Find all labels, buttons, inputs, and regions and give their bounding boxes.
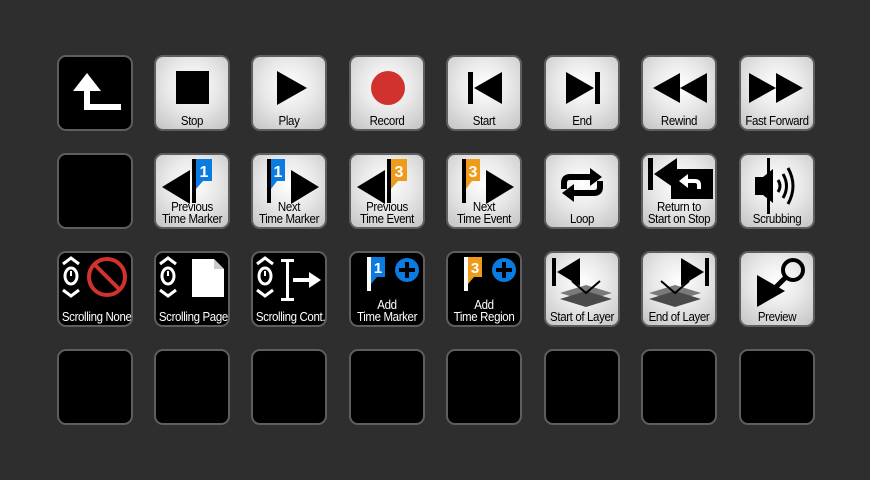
scrubbing-label: Scrubbing (752, 212, 802, 226)
start-of-layer-button[interactable]: Start of Layer (544, 251, 620, 327)
return-to-start-label-line2: Start on Stop (647, 212, 711, 226)
record-button[interactable]: Record (349, 55, 425, 131)
previous-time-marker-button[interactable]: 1 Previous Time Marker (154, 153, 230, 229)
add-time-marker-button[interactable]: 1 Add Time Marker (349, 251, 425, 327)
next-time-marker-label-line2: Time Marker (258, 212, 320, 226)
play-button[interactable]: Play (251, 55, 327, 131)
preview-label: Preview (757, 310, 797, 324)
marker-number: 3 (469, 164, 478, 181)
empty-key[interactable] (154, 349, 230, 425)
marker-number: 1 (274, 164, 283, 181)
end-label: End (572, 114, 592, 128)
empty-key[interactable] (641, 349, 717, 425)
rewind-button[interactable]: Rewind (641, 55, 717, 131)
empty-key[interactable] (349, 349, 425, 425)
add-time-region-label-line2: Time Region (453, 310, 515, 324)
end-button[interactable]: End (544, 55, 620, 131)
stop-button[interactable]: Stop (154, 55, 230, 131)
record-label: Record (369, 114, 405, 128)
next-time-event-label-line2: Time Event (456, 212, 512, 226)
return-to-start-on-stop-button[interactable]: Return to Start on Stop (641, 153, 717, 229)
scrubbing-button[interactable]: Scrubbing (739, 153, 815, 229)
stop-label: Stop (180, 114, 204, 128)
next-time-marker-button[interactable]: 1 Next Time Marker (251, 153, 327, 229)
add-time-marker-label-line2: Time Marker (356, 310, 418, 324)
empty-key[interactable] (57, 349, 133, 425)
marker-number: 1 (374, 260, 382, 277)
scrolling-page-label: Scrolling Page (158, 310, 228, 324)
scrolling-none-label: Scrolling None (61, 310, 132, 324)
empty-key[interactable] (57, 153, 133, 229)
start-button[interactable]: Start (446, 55, 522, 131)
play-label: Play (278, 114, 300, 128)
marker-number: 1 (200, 164, 209, 181)
loop-button[interactable]: Loop (544, 153, 620, 229)
start-label: Start (472, 114, 496, 128)
empty-key[interactable] (739, 349, 815, 425)
fast-forward-button[interactable]: Fast Forward (739, 55, 815, 131)
previous-time-event-button[interactable]: 3 Previous Time Event (349, 153, 425, 229)
add-time-region-button[interactable]: 3 Add Time Region (446, 251, 522, 327)
empty-key[interactable] (251, 349, 327, 425)
start-of-layer-label: Start of Layer (550, 310, 614, 324)
next-time-event-button[interactable]: 3 Next Time Event (446, 153, 522, 229)
loop-label: Loop (569, 212, 595, 226)
empty-key[interactable] (544, 349, 620, 425)
rewind-label: Rewind (660, 114, 698, 128)
back-arrow-icon (73, 73, 121, 110)
end-of-layer-button[interactable]: End of Layer (641, 251, 717, 327)
previous-time-marker-label-line2: Time Marker (161, 212, 223, 226)
scrolling-page-button[interactable]: Scrolling Page (154, 251, 230, 327)
previous-time-event-label-line2: Time Event (359, 212, 415, 226)
fast-forward-label: Fast Forward (745, 114, 809, 128)
preview-button[interactable]: Preview (739, 251, 815, 327)
end-of-layer-label: End of Layer (648, 310, 710, 324)
marker-number: 3 (395, 164, 404, 181)
scrolling-continuous-button[interactable]: Scrolling Cont. (251, 251, 327, 327)
stream-deck-grid: Stop Play Record Start End Rewind Fast F… (0, 0, 870, 480)
marker-number: 3 (471, 260, 479, 277)
back-button[interactable] (57, 55, 133, 131)
scrolling-none-button[interactable]: Scrolling None (57, 251, 133, 327)
scrolling-continuous-label: Scrolling Cont. (255, 310, 326, 324)
empty-key[interactable] (446, 349, 522, 425)
